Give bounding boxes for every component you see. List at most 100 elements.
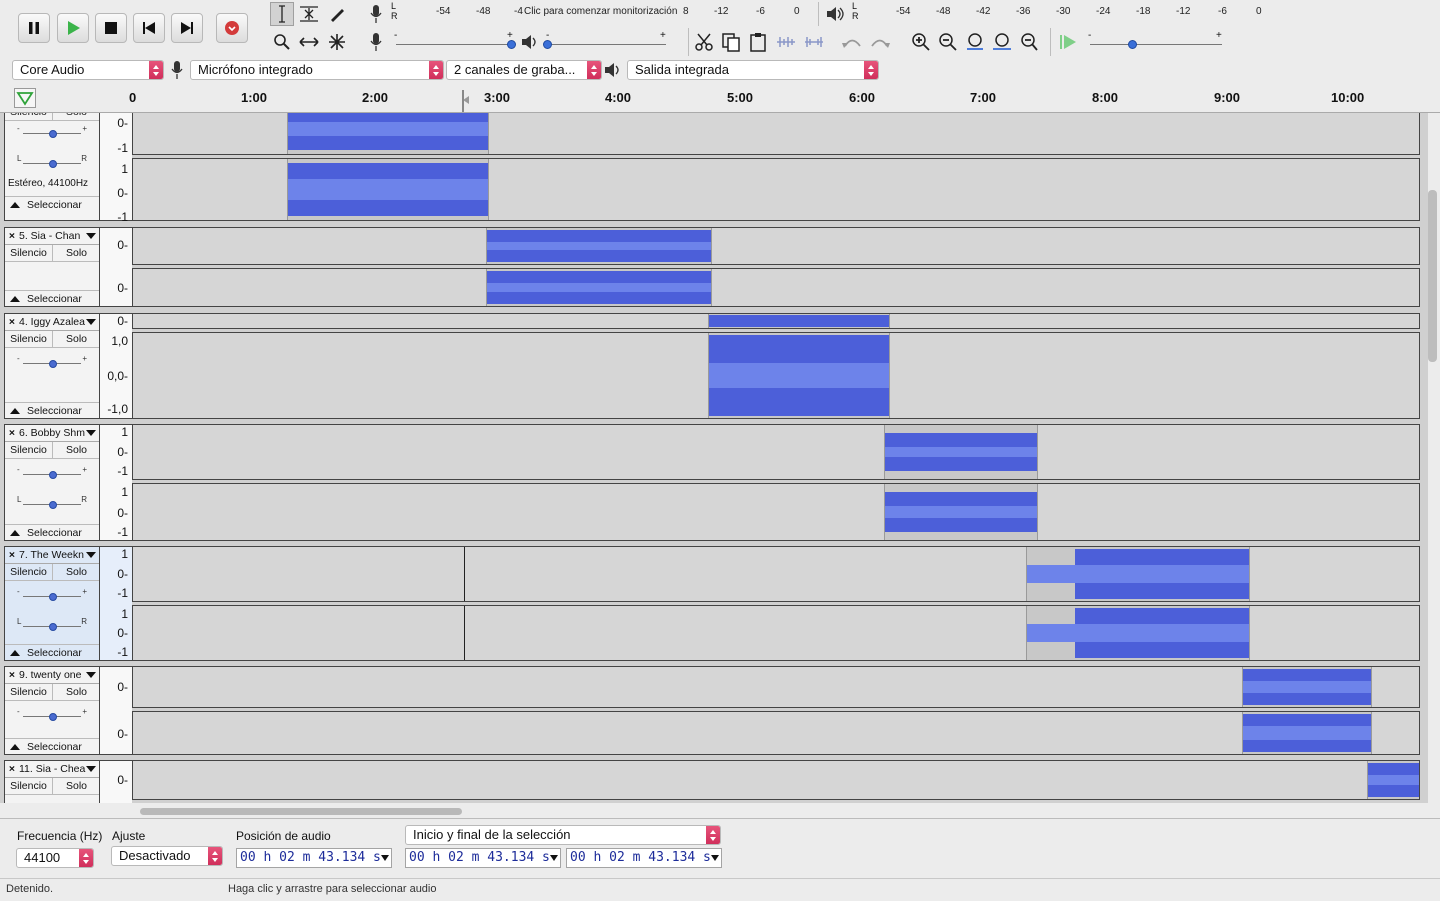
track-control-panel[interactable]: × 6. Bobby Shm Silencio Solo - + LR Selecc… xyxy=(4,424,100,541)
select-track-button[interactable]: Seleccionar xyxy=(5,402,99,419)
mute-button[interactable]: Silencio xyxy=(5,778,52,794)
mute-button[interactable]: Silencio xyxy=(5,564,52,580)
zoom-in-button[interactable] xyxy=(909,30,933,54)
audio-clip[interactable] xyxy=(1367,761,1419,799)
input-volume-slider[interactable] xyxy=(396,44,514,45)
pan-slider[interactable]: LR xyxy=(17,495,87,511)
stop-button[interactable] xyxy=(95,13,127,43)
close-track-icon[interactable]: × xyxy=(5,425,19,441)
play-at-speed-button[interactable] xyxy=(1056,30,1080,54)
draw-tool[interactable] xyxy=(325,2,349,26)
select-track-button[interactable]: Seleccionar xyxy=(5,196,99,213)
waveform-channel-left[interactable] xyxy=(132,546,1420,602)
track-control-panel[interactable]: × 4. Iggy Azalea Silencio Solo - + Selecci… xyxy=(4,313,100,419)
audio-host-select[interactable]: Core Audio xyxy=(12,60,164,80)
gain-slider[interactable]: - + xyxy=(17,354,87,370)
track-control-panel[interactable]: × 5. Sia - Chan Silencio Solo Seleccionar xyxy=(4,227,100,307)
input-volume-knob[interactable] xyxy=(507,40,516,49)
gain-slider[interactable]: - + xyxy=(17,124,87,140)
audio-clip[interactable] xyxy=(287,159,489,220)
selection-end-field[interactable]: 00 h 02 m 43.134 s xyxy=(566,848,722,868)
gain-slider[interactable]: - + xyxy=(17,465,87,481)
gain-slider[interactable]: - + xyxy=(17,587,87,603)
pan-slider[interactable]: LR xyxy=(17,617,87,633)
redo-button[interactable] xyxy=(868,30,892,54)
envelope-tool[interactable] xyxy=(297,2,321,26)
track-name-menu[interactable]: × 4. Iggy Azalea xyxy=(5,314,99,331)
trim-button[interactable] xyxy=(774,30,798,54)
pan-slider[interactable]: LR xyxy=(17,154,87,170)
solo-button[interactable]: Solo xyxy=(52,778,100,794)
waveform-channel-left[interactable] xyxy=(132,113,1420,155)
waveform-channel-right[interactable] xyxy=(132,158,1420,221)
selection-start-field[interactable]: 00 h 02 m 43.134 s xyxy=(405,848,561,868)
waveform-channel-left[interactable] xyxy=(132,227,1420,265)
select-track-button[interactable]: Seleccionar xyxy=(5,644,99,661)
waveform-channel-right[interactable] xyxy=(132,483,1420,541)
audio-clip[interactable] xyxy=(287,113,489,154)
waveform-channel-right[interactable] xyxy=(132,268,1420,307)
waveform-channel-left[interactable] xyxy=(132,760,1420,800)
track-area[interactable]: Silencio Solo -+ LR Estéreo, 44100Hz Sel… xyxy=(0,113,1428,803)
audio-clip[interactable] xyxy=(486,269,712,306)
track-twenty-one-pilots[interactable]: × 9. twenty one Silencio Solo - + Seleccio… xyxy=(4,666,1420,755)
vertical-scroll-thumb[interactable] xyxy=(1428,190,1437,362)
mute-button[interactable]: Silencio xyxy=(5,442,52,458)
waveform-channel-left[interactable] xyxy=(132,666,1420,708)
play-speed-knob[interactable] xyxy=(1128,40,1137,49)
close-track-icon[interactable]: × xyxy=(5,228,19,244)
track-stereo-1[interactable]: Silencio Solo -+ LR Estéreo, 44100Hz Sel… xyxy=(4,113,1420,224)
track-iggy-azalea[interactable]: × 4. Iggy Azalea Silencio Solo - + Selecci… xyxy=(4,313,1420,419)
close-track-icon[interactable]: × xyxy=(5,547,19,563)
audio-clip[interactable] xyxy=(1026,547,1250,601)
track-the-weeknd[interactable]: × 7. The Weekn Silencio Solo - + LR Selecc… xyxy=(4,546,1420,661)
audio-clip[interactable] xyxy=(708,314,890,328)
input-channels-select[interactable]: 2 canales de graba... xyxy=(446,60,602,80)
solo-button[interactable]: Solo xyxy=(52,684,100,700)
close-track-icon[interactable]: × xyxy=(5,761,19,777)
audio-position-field[interactable]: 00 h 02 m 43.134 s xyxy=(236,848,392,868)
track-name-menu[interactable]: × 6. Bobby Shm xyxy=(5,425,99,442)
skip-to-start-button[interactable] xyxy=(133,13,165,43)
audio-clip[interactable] xyxy=(1026,606,1250,660)
paste-button[interactable] xyxy=(746,30,770,54)
waveform-channel-left[interactable] xyxy=(132,424,1420,480)
timeline-ruler[interactable]: 0 1:00 2:00 3:00 4:00 5:00 6:00 7:00 8:0… xyxy=(0,86,1440,113)
audio-clip[interactable] xyxy=(884,484,1038,540)
zoom-out-button[interactable] xyxy=(936,30,960,54)
snap-select[interactable]: Desactivado xyxy=(111,846,223,866)
zoom-toggle-button[interactable] xyxy=(1017,30,1041,54)
solo-button[interactable]: Solo xyxy=(52,113,100,120)
select-track-button[interactable]: Seleccionar xyxy=(5,290,99,307)
record-button[interactable] xyxy=(216,13,248,43)
multi-tool[interactable] xyxy=(325,30,349,54)
track-name-menu[interactable]: × 7. The Weekn xyxy=(5,547,99,564)
audio-clip[interactable] xyxy=(884,425,1038,479)
waveform-channel-right[interactable] xyxy=(132,332,1420,419)
playback-meter-speaker[interactable] xyxy=(824,2,848,26)
mute-button[interactable]: Silencio xyxy=(5,331,52,347)
mute-button[interactable]: Silencio xyxy=(5,684,52,700)
solo-button[interactable]: Solo xyxy=(52,442,100,458)
pause-button[interactable] xyxy=(18,13,50,43)
fit-project-button[interactable] xyxy=(990,30,1014,54)
gain-slider[interactable]: - + xyxy=(17,707,87,723)
horizontal-scroll-thumb[interactable] xyxy=(140,808,462,815)
audio-clip[interactable] xyxy=(708,333,890,418)
waveform-channel-right[interactable] xyxy=(132,605,1420,661)
selection-tool[interactable] xyxy=(270,2,294,26)
output-device-select[interactable]: Salida integrada xyxy=(627,60,879,80)
input-device-select[interactable]: Micrófono integrado xyxy=(190,60,444,80)
silence-button[interactable] xyxy=(802,30,826,54)
play-head-marker[interactable] xyxy=(462,90,470,115)
output-volume-knob[interactable] xyxy=(543,40,552,49)
record-meter[interactable]: -54 -48 -4 Clic para comenzar monitoriza… xyxy=(402,6,802,20)
track-bobby-shmurda[interactable]: × 6. Bobby Shm Silencio Solo - + LR Selecc… xyxy=(4,424,1420,541)
play-button[interactable] xyxy=(57,13,89,43)
audio-clip[interactable] xyxy=(486,228,712,264)
record-meter-mic[interactable] xyxy=(364,2,388,26)
solo-button[interactable]: Solo xyxy=(52,564,100,580)
track-name-menu[interactable]: × 9. twenty one xyxy=(5,667,99,684)
close-track-icon[interactable]: × xyxy=(5,667,19,683)
track-sia-cheap-thrills[interactable]: × 11. Sia - Chea Silencio Solo 0- xyxy=(4,760,1420,803)
